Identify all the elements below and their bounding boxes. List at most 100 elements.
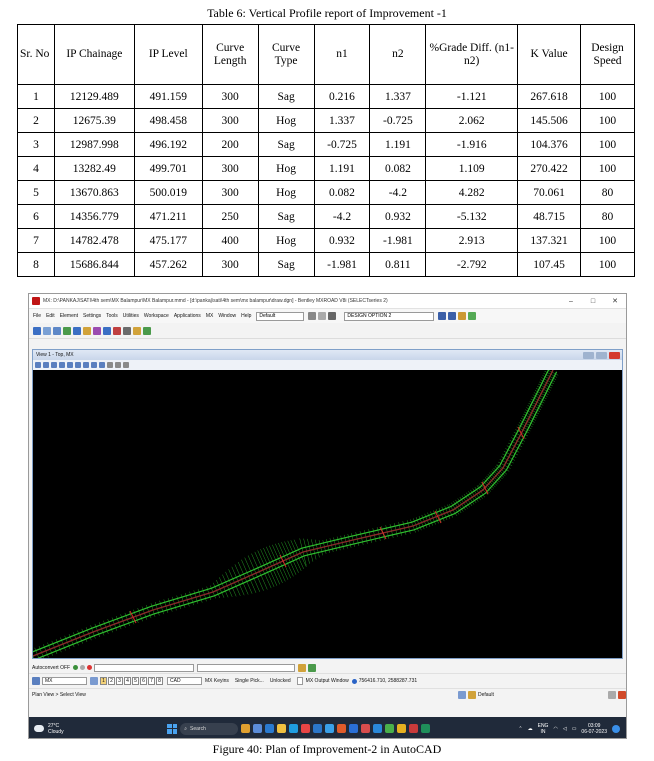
tool-icon[interactable]	[93, 326, 101, 335]
taskbar-app-icon[interactable]	[349, 724, 359, 733]
command-input-2[interactable]	[197, 663, 296, 672]
pan-view-icon[interactable]	[83, 362, 89, 368]
tool-icon[interactable]	[73, 326, 81, 335]
taskbar-app-icon[interactable]	[409, 724, 419, 733]
menu-element[interactable]: Element	[60, 313, 78, 319]
view-tool-icon[interactable]	[115, 362, 121, 368]
menu-tools[interactable]: Tools	[106, 313, 118, 319]
view-button-1[interactable]: 1	[100, 677, 107, 685]
select-icon[interactable]	[33, 326, 41, 335]
menu-window[interactable]: Window	[218, 313, 236, 319]
taskbar-app-icon[interactable]	[313, 724, 323, 733]
menu-edit[interactable]: Edit	[46, 313, 55, 319]
taskbar-app-icon[interactable]	[385, 724, 395, 733]
tool-icon[interactable]	[63, 326, 71, 335]
mx-tool-icon[interactable]	[448, 312, 457, 320]
status-dot-icon[interactable]	[73, 665, 79, 670]
battery-icon[interactable]: ▭	[572, 726, 577, 732]
notification-icon[interactable]	[612, 724, 620, 733]
mx-select[interactable]: MX	[42, 677, 87, 685]
mx-output-checkbox[interactable]	[296, 677, 303, 685]
menu-file[interactable]: File	[33, 313, 41, 319]
view-tool-icon[interactable]	[107, 362, 113, 368]
tool-icon[interactable]	[83, 326, 91, 335]
zoom-in-icon[interactable]	[43, 362, 49, 368]
linestyle-icon[interactable]	[318, 312, 327, 320]
cad-select[interactable]: CAD	[167, 677, 202, 685]
pencil-icon[interactable]	[298, 663, 307, 672]
view-button-4[interactable]: 4	[124, 677, 131, 685]
weather-widget[interactable]: 27°C Cloudy	[29, 723, 79, 735]
menu-settings[interactable]: Settings	[83, 313, 101, 319]
taskbar-app-icon[interactable]	[373, 724, 383, 733]
design-option-select[interactable]: DESIGN OPTION 2	[344, 311, 435, 321]
level-select[interactable]: Default	[256, 311, 305, 321]
command-input[interactable]	[94, 663, 195, 672]
cloud-tray-icon[interactable]: ☁	[528, 726, 533, 732]
fit-view-icon[interactable]	[67, 362, 73, 368]
menu-help[interactable]: Help	[241, 313, 251, 319]
view-close-icon[interactable]	[609, 351, 620, 359]
zoom-out-icon[interactable]	[51, 362, 57, 368]
views-icon[interactable]	[90, 677, 98, 685]
taskbar-app-icon[interactable]	[325, 724, 335, 733]
window-area-icon[interactable]	[59, 362, 65, 368]
close-icon[interactable]: ✕	[604, 297, 626, 305]
taskbar-app-icon[interactable]	[421, 724, 431, 733]
maximize-icon[interactable]: □	[582, 298, 604, 305]
windows-start-icon[interactable]	[167, 723, 178, 734]
view-button-8[interactable]: 8	[156, 677, 163, 685]
view-next-icon[interactable]	[99, 362, 105, 368]
mx-tool-icon[interactable]	[458, 312, 467, 320]
language-indicator[interactable]: ENG IN	[538, 723, 549, 735]
folder-icon[interactable]	[277, 724, 287, 733]
pencil-icon[interactable]	[468, 312, 477, 320]
status-dot-icon[interactable]	[87, 665, 93, 670]
menu-applications[interactable]: Applications	[174, 313, 201, 319]
taskbar-app-icon[interactable]	[241, 724, 251, 733]
drawing-canvas[interactable]	[33, 370, 622, 658]
mx-keyins-select[interactable]: MX Keyins	[205, 678, 229, 684]
tool-icon[interactable]	[133, 326, 141, 335]
tool-icon[interactable]	[308, 663, 317, 672]
lineweight-icon[interactable]	[328, 312, 337, 320]
menu-utilities[interactable]: Utilities	[123, 313, 139, 319]
rotate-view-icon[interactable]	[75, 362, 81, 368]
taskbar-search[interactable]: ⌕ Search	[180, 722, 239, 735]
status-dot-icon[interactable]	[80, 665, 86, 670]
wifi-icon[interactable]: ◠	[553, 726, 557, 732]
tool-icon[interactable]	[123, 326, 131, 335]
view-restore-icon[interactable]	[596, 351, 607, 359]
view-button-5[interactable]: 5	[132, 677, 139, 685]
tool-icon[interactable]	[43, 326, 51, 335]
tool-icon[interactable]	[53, 326, 61, 335]
view-button-6[interactable]: 6	[140, 677, 147, 685]
menu-mx[interactable]: MX	[206, 313, 214, 319]
taskbar-app-icon[interactable]	[397, 724, 407, 733]
view-tool-icon[interactable]	[123, 362, 129, 368]
clock[interactable]: 03:09 06-07-2023	[581, 723, 607, 735]
view-button-3[interactable]: 3	[116, 677, 123, 685]
view-button-2[interactable]: 2	[108, 677, 115, 685]
color-swatch-icon[interactable]	[308, 312, 317, 320]
edge-icon[interactable]	[289, 724, 299, 733]
view-attributes-icon[interactable]	[35, 362, 41, 368]
single-pick-select[interactable]: Single Pick...	[235, 678, 264, 684]
menu-workspace[interactable]: Workspace	[144, 313, 169, 319]
tool-icon[interactable]	[143, 326, 151, 335]
chevron-up-icon[interactable]: ⌃	[518, 726, 522, 732]
chrome-icon[interactable]	[361, 724, 371, 733]
tool-icon[interactable]	[113, 326, 121, 335]
view-previous-icon[interactable]	[91, 362, 97, 368]
taskbar-app-icon[interactable]	[253, 724, 263, 733]
view-button-7[interactable]: 7	[148, 677, 155, 685]
taskbar-app-icon[interactable]	[337, 724, 347, 733]
lock-select[interactable]: Unlocked	[270, 678, 291, 684]
view-minimize-icon[interactable]	[583, 351, 594, 359]
volume-icon[interactable]: ◁	[563, 726, 567, 732]
mx-tool-icon[interactable]	[438, 312, 447, 320]
tool-icon[interactable]	[103, 326, 111, 335]
taskbar-app-icon[interactable]	[265, 724, 275, 733]
minimize-icon[interactable]: –	[560, 298, 582, 305]
taskbar-app-icon[interactable]	[301, 724, 311, 733]
